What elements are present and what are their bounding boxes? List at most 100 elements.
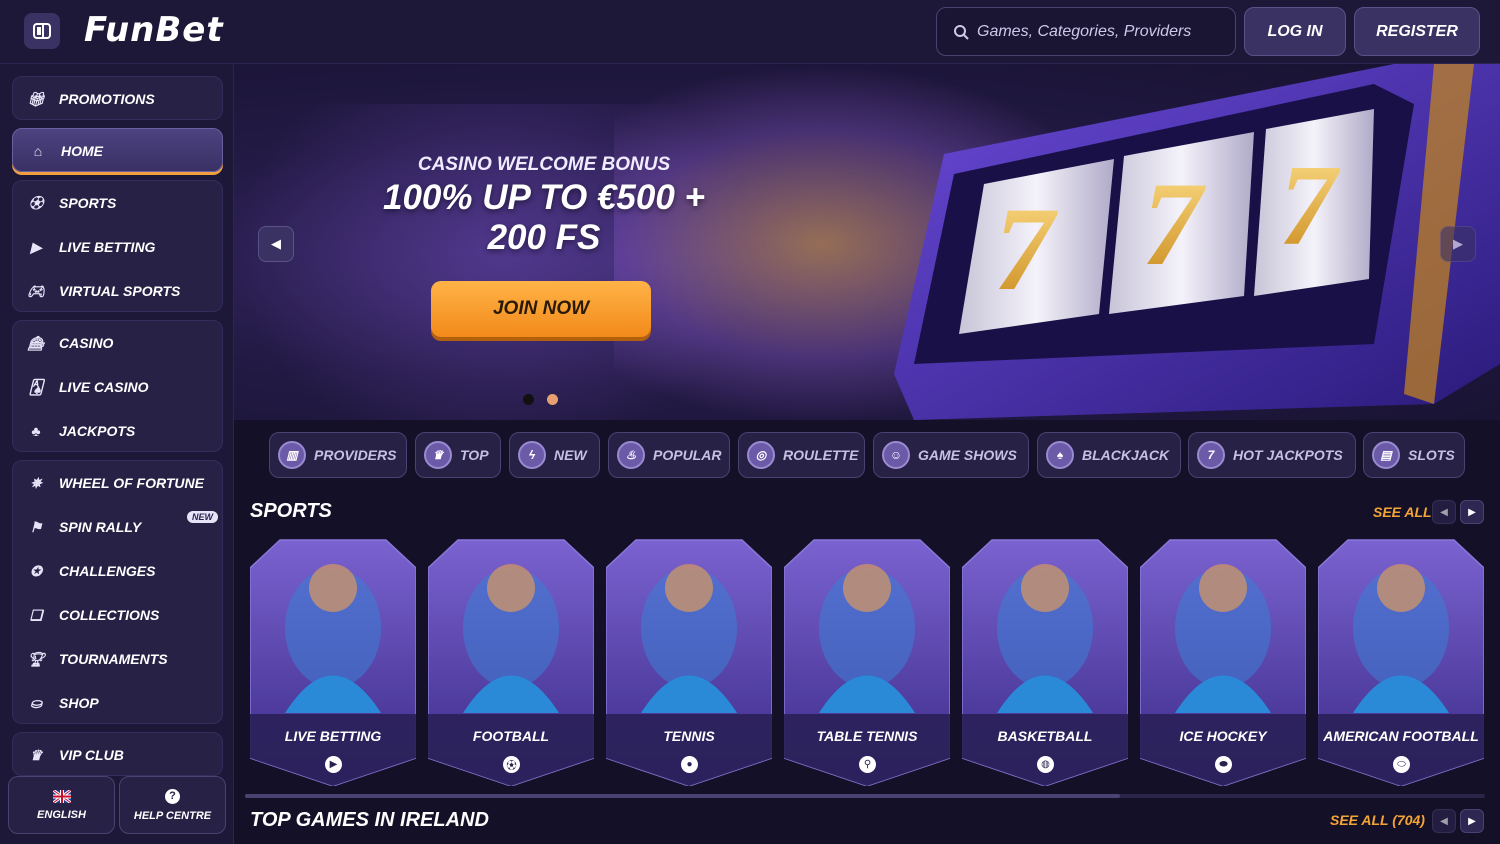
sport-card-art — [1140, 539, 1306, 786]
play-icon: ▶ — [325, 756, 342, 773]
banner-title: 100% UP TO €500 + 200 FS — [382, 178, 705, 257]
sidebar-item-sports[interactable]: ⚽︎ SPORTS — [13, 181, 222, 225]
sidebar-group-features: ✵ WHEEL OF FORTUNE ⚑ SPIN RALLY NEW ✪ CHALLE… — [12, 460, 223, 724]
sidebar-toggle-button[interactable] — [24, 13, 60, 49]
sport-card-live-betting[interactable]: LIVE BETTING ▶ — [250, 528, 416, 786]
wheel-icon: ✵ — [30, 474, 42, 491]
sport-card-art — [1318, 539, 1484, 786]
sports-next-button[interactable]: ▶ — [1460, 500, 1484, 524]
new-badge: NEW — [187, 511, 218, 523]
sport-card-label: AMERICAN FOOTBALL — [1323, 728, 1479, 744]
sport-card-art — [962, 539, 1128, 786]
banner-dot-2[interactable] — [547, 394, 558, 405]
cards-icon: ❏ — [29, 606, 43, 623]
sport-card-label: ICE HOCKEY — [1179, 728, 1267, 744]
banner-kicker: CASINO WELCOME BONUS — [417, 154, 671, 175]
sport-card-american-football[interactable]: AMERICAN FOOTBALL ⬭ — [1318, 528, 1484, 786]
sidebar-item-wheel-of-fortune[interactable]: ✵ WHEEL OF FORTUNE — [13, 461, 222, 505]
sports-scrollbar[interactable] — [245, 794, 1485, 798]
svg-text:7: 7 — [1279, 142, 1341, 269]
chip-popular[interactable]: ♨ POPULAR — [608, 432, 730, 478]
sidebar-item-live-casino[interactable]: 🂡 LIVE CASINO — [13, 365, 222, 409]
sidebar-item-casino[interactable]: 🎰︎ CASINO — [13, 321, 222, 365]
chevron-left-icon: ◀ — [1440, 815, 1448, 827]
register-button[interactable]: REGISTER — [1354, 7, 1480, 56]
gift-icon: 🎁︎ — [27, 90, 45, 107]
sidebar-item-challenges[interactable]: ✪ CHALLENGES — [13, 549, 222, 593]
banner-next-button[interactable]: ▶ — [1440, 226, 1476, 262]
rugby-ball-icon: ⬭ — [1393, 756, 1410, 773]
flame-icon: ♨ — [617, 441, 645, 469]
chevron-right-icon: ▶ — [1453, 236, 1463, 251]
sidebar-item-shop[interactable]: ⛀ SHOP — [13, 681, 222, 725]
uk-flag-icon — [52, 789, 71, 803]
sport-card-art — [606, 539, 772, 786]
chip-blackjack[interactable]: ♠ BLACKJACK — [1037, 432, 1181, 478]
sport-card-ice-hockey[interactable]: ICE HOCKEY ⬬ — [1140, 528, 1306, 786]
sport-card-label: LIVE BETTING — [284, 728, 382, 744]
chip-slots[interactable]: ▤ SLOTS — [1363, 432, 1465, 478]
book-icon: ▥ — [278, 441, 306, 469]
top-games-title: TOP GAMES IN IRELAND — [250, 809, 489, 831]
banner-prev-button[interactable]: ◀ — [258, 226, 294, 262]
sport-card-basketball[interactable]: BASKETBALL ◍ — [962, 528, 1128, 786]
chevron-right-icon: ▶ — [1468, 506, 1476, 518]
checkered-flag-icon: ⚑ — [29, 518, 43, 535]
sidebar-item-jackpots[interactable]: ♣ JACKPOTS — [13, 409, 222, 453]
lightning-icon: ϟ — [518, 441, 546, 469]
sidebar-group-sports: ⚽︎ SPORTS ▶ LIVE BETTING 🎮︎ VIRTUAL SPORTS — [12, 180, 223, 312]
sidebar: 🎁︎ PROMOTIONS ⌂ HOME ⚽︎ SPORTS ▶ LIVE BETTIN… — [0, 64, 234, 844]
sidebar-item-tournaments[interactable]: 🏆︎ TOURNAMENTS — [13, 637, 222, 681]
soccer-ball-icon: ⚽︎ — [29, 195, 43, 211]
sport-card-tennis[interactable]: TENNIS ● — [606, 528, 772, 786]
svg-text:7: 7 — [1142, 157, 1206, 290]
search-box[interactable] — [936, 7, 1236, 56]
sport-card-football[interactable]: FOOTBALL ⚽︎ — [428, 528, 594, 786]
tennis-ball-icon: ● — [681, 756, 698, 773]
promo-banner: 7 7 7 CASINO WELCOME BONUS 100% UP TO €5… — [234, 64, 1500, 420]
banner-dot-1[interactable] — [523, 394, 534, 405]
roulette-icon: ◎ — [747, 441, 775, 469]
chevron-right-icon: ▶ — [1468, 815, 1476, 827]
sidebar-item-live-betting[interactable]: ▶ LIVE BETTING — [13, 225, 222, 269]
sidebar-item-promotions[interactable]: 🎁︎ PROMOTIONS — [13, 77, 222, 121]
login-button[interactable]: LOG IN — [1244, 7, 1346, 56]
sport-card-label: FOOTBALL — [472, 728, 550, 744]
sport-card-label: TENNIS — [663, 728, 715, 744]
help-centre-button[interactable]: ? HELP CENTRE — [119, 776, 226, 834]
sidebar-toggle-icon — [33, 23, 51, 39]
trophy-icon: 🏆︎ — [27, 650, 45, 667]
chip-new[interactable]: ϟ NEW — [509, 432, 600, 478]
sport-card-table-tennis[interactable]: TABLE TENNIS ⚲ — [784, 528, 950, 786]
sidebar-item-spin-rally[interactable]: ⚑ SPIN RALLY NEW — [13, 505, 222, 549]
sports-prev-button[interactable]: ◀ — [1432, 500, 1456, 524]
chip-game-shows[interactable]: ☺ GAME SHOWS — [873, 432, 1029, 478]
crown-icon: ♛ — [29, 746, 43, 763]
puck-icon: ⬬ — [1215, 756, 1232, 773]
chip-top[interactable]: ♛ TOP — [415, 432, 501, 478]
sidebar-item-collections[interactable]: ❏ COLLECTIONS — [13, 593, 222, 637]
sidebar-group-promotions: 🎁︎ PROMOTIONS — [12, 76, 223, 120]
chip-roulette[interactable]: ◎ ROULETTE — [738, 432, 865, 478]
slot-machine-illustration: 7 7 7 — [894, 64, 1500, 420]
top-games-next-button[interactable]: ▶ — [1460, 809, 1484, 833]
paddle-icon: ⚲ — [859, 756, 876, 773]
funbet-logo[interactable]: FunBet — [84, 10, 224, 50]
sport-card-art — [250, 539, 416, 786]
chip-hot-jackpots[interactable]: 7 HOT JACKPOTS — [1188, 432, 1356, 478]
sidebar-item-virtual-sports[interactable]: 🎮︎ VIRTUAL SPORTS — [13, 269, 222, 313]
scrollbar-thumb[interactable] — [245, 794, 1120, 798]
basketball-icon: ◍ — [1037, 756, 1054, 773]
search-input[interactable] — [977, 22, 1227, 41]
host-icon: ☺ — [882, 441, 910, 469]
soccer-ball-icon: ⚽︎ — [503, 756, 520, 773]
join-now-button[interactable]: JOIN NOW — [431, 281, 651, 337]
language-button[interactable]: ENGLISH — [8, 776, 115, 834]
chip-providers[interactable]: ▥ PROVIDERS — [269, 432, 407, 478]
sidebar-item-vip-club[interactable]: ♛ VIP CLUB — [13, 733, 222, 777]
top-games-prev-button[interactable]: ◀ — [1432, 809, 1456, 833]
sidebar-item-home[interactable]: ⌂ HOME — [12, 128, 223, 172]
sports-see-all-link[interactable]: SEE ALL — [1373, 504, 1432, 520]
top-games-see-all-link[interactable]: SEE ALL (704) — [1330, 812, 1425, 828]
svg-text:7: 7 — [994, 182, 1058, 315]
